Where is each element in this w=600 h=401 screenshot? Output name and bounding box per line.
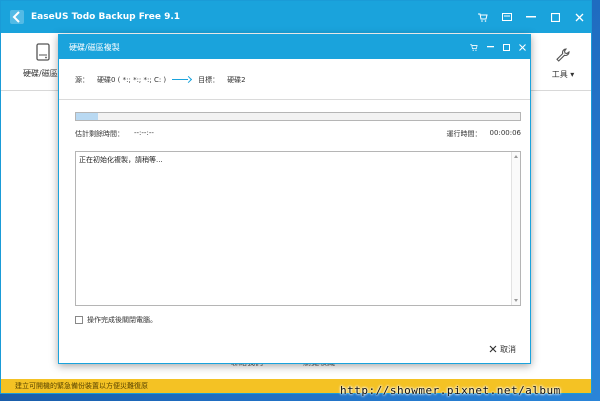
source-value: 硬碟0 ( *:; *:; *:; C: ) [97, 76, 167, 84]
shutdown-option[interactable]: 操作完成後關閉電腦。 [75, 315, 157, 325]
divider [59, 99, 530, 100]
clone-route: 源： 硬碟0 ( *:; *:; *:; C: ) 目標： 硬碟2 [75, 75, 246, 85]
app-logo-icon [9, 9, 25, 25]
dialog-minimize-icon[interactable] [482, 35, 498, 59]
log-text: 正在初始化複製，請稍等... [79, 156, 163, 164]
main-titlebar: EaseUS Todo Backup Free 9.1 [1, 1, 591, 33]
log-scrollbar[interactable] [511, 152, 520, 305]
dialog-maximize-icon[interactable] [498, 35, 514, 59]
close-icon[interactable] [567, 1, 591, 33]
log-textarea[interactable]: 正在初始化複製，請稍等... [75, 151, 521, 306]
disk-clone-button[interactable]: 硬碟/磁區复 [23, 43, 66, 79]
hard-drive-icon [36, 43, 50, 65]
progress-fill [76, 113, 99, 120]
dialog-title: 硬碟/磁區複製 [69, 42, 120, 52]
menu-icon[interactable] [495, 1, 519, 33]
elapsed-value: 00:00:06 [489, 129, 521, 137]
dialog-close-icon[interactable] [514, 35, 530, 59]
cancel-label: 取消 [500, 345, 516, 354]
remaining-label: 估計剩餘時間： [75, 130, 124, 138]
wrench-icon [555, 48, 571, 67]
dialog-cart-icon[interactable] [466, 35, 482, 59]
elapsed-label: 運行時間： [446, 130, 482, 138]
minimize-icon[interactable] [519, 1, 543, 33]
dialog-titlebar: 硬碟/磁區複製 [59, 35, 530, 59]
timing-row: 估計剩餘時間： --:--:-- 運行時間： 00:00:06 [75, 129, 521, 139]
cancel-button[interactable]: 取消 [489, 344, 516, 355]
scroll-down-icon[interactable] [514, 299, 518, 302]
target-value: 硬碟2 [227, 76, 246, 84]
target-label: 目標： [198, 76, 220, 84]
watermark: http://showmer.pixnet.net/album [340, 384, 561, 397]
source-label: 源： [75, 76, 89, 84]
remaining-value: --:--:-- [134, 129, 154, 137]
disk-clone-dialog: 硬碟/磁區複製 源： 硬碟0 ( *:; *:; *:; C: ) 目標： 硬碟… [58, 34, 531, 364]
disk-clone-label: 硬碟/磁區复 [23, 69, 66, 78]
maximize-icon[interactable] [543, 1, 567, 33]
progress-bar [75, 112, 521, 121]
main-window-title: EaseUS Todo Backup Free 9.1 [31, 12, 181, 22]
shutdown-label: 操作完成後關閉電腦。 [87, 316, 157, 324]
shutdown-checkbox[interactable] [75, 316, 83, 324]
tools-button[interactable]: 工具 ▾ [547, 47, 579, 80]
arrow-right-icon [172, 77, 192, 83]
scroll-up-icon[interactable] [514, 155, 518, 158]
tools-label: 工具 ▾ [551, 70, 575, 79]
cart-icon[interactable] [471, 1, 495, 33]
close-x-icon [489, 345, 497, 355]
